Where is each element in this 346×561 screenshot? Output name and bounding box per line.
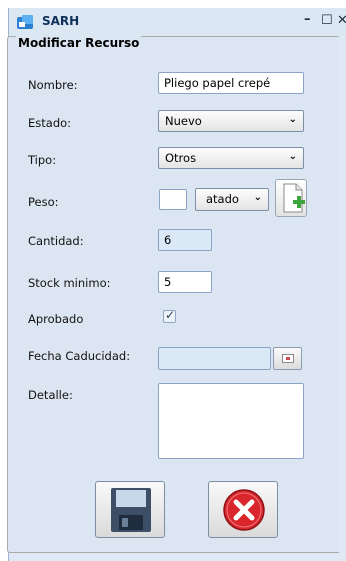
- estado-label: Estado:: [28, 116, 72, 130]
- maximize-button[interactable]: ☐: [321, 13, 333, 29]
- nombre-label: Nombre:: [28, 78, 78, 92]
- nombre-input[interactable]: Pliego papel crepé: [158, 72, 304, 94]
- tipo-selected-value: Otros: [165, 151, 197, 165]
- cancel-icon: [223, 489, 265, 531]
- peso-unit-value: atado: [206, 192, 239, 206]
- minimize-button[interactable]: –: [304, 12, 311, 28]
- close-button[interactable]: ✕: [337, 13, 346, 29]
- window-title: SARH: [42, 14, 80, 28]
- tipo-label: Tipo:: [28, 153, 57, 167]
- checkmark-icon: ✓: [165, 308, 176, 322]
- calendar-icon: [282, 354, 294, 363]
- chevron-down-icon: ⌄: [253, 192, 262, 203]
- stock-minimo-input[interactable]: 5: [158, 271, 212, 293]
- tipo-select[interactable]: Otros ⌄: [158, 147, 304, 169]
- peso-unit-select[interactable]: atado ⌄: [195, 188, 269, 211]
- aprobado-label: Aprobado: [28, 312, 84, 326]
- cantidad-input[interactable]: 6: [158, 229, 212, 251]
- title-bar[interactable]: SARH – ☐ ✕: [9, 8, 346, 36]
- fecha-caducidad-input[interactable]: [158, 347, 271, 370]
- aprobado-checkbox[interactable]: ✓: [163, 308, 176, 323]
- detalle-textarea[interactable]: [158, 383, 304, 459]
- cantidad-label: Cantidad:: [28, 234, 84, 248]
- floppy-disk-icon: [111, 488, 151, 532]
- add-document-icon: [283, 183, 305, 213]
- chevron-down-icon: ⌄: [288, 151, 297, 162]
- detalle-label: Detalle:: [28, 388, 73, 402]
- stock-minimo-label: Stock minimo:: [28, 276, 111, 290]
- app-icon: [17, 15, 33, 29]
- save-button[interactable]: [95, 481, 165, 538]
- peso-label: Peso:: [28, 195, 59, 209]
- peso-input[interactable]: [159, 189, 187, 210]
- date-picker-button[interactable]: [273, 347, 302, 370]
- form-legend: Modificar Recurso: [16, 36, 142, 50]
- estado-select[interactable]: Nuevo ⌄: [158, 110, 304, 132]
- cancel-button[interactable]: [208, 481, 278, 538]
- estado-selected-value: Nuevo: [165, 114, 202, 128]
- add-unit-button[interactable]: [275, 179, 307, 217]
- chevron-down-icon: ⌄: [288, 114, 297, 125]
- fecha-caducidad-label: Fecha Caducidad:: [28, 349, 131, 363]
